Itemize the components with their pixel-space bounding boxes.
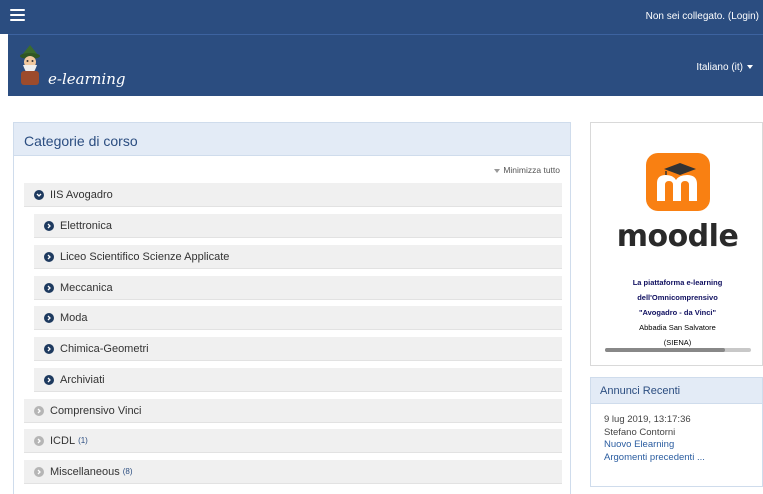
category-row[interactable]: Moda [34,306,562,330]
circle-chevron-down-icon [34,189,44,200]
circle-chevron-right-icon [34,435,44,446]
circle-chevron-right-icon [44,312,54,323]
category-row[interactable]: ICDL (1) [24,429,562,453]
wizard-mascot-icon[interactable] [16,43,44,87]
category-label: Chimica-Geometri [60,342,149,355]
course-count: (8) [122,467,133,476]
category-row[interactable]: Archiviati [34,368,562,392]
hamburger-menu-icon[interactable] [10,9,25,21]
circle-chevron-right-icon [44,251,54,262]
category-label: Elettronica [60,219,112,232]
moodle-wordmark: moodle [616,219,739,254]
collapse-all-label: Minimizza tutto [503,165,560,175]
news-item: 9 lug 2019, 13:17:36 Stefano Contorni Nu… [591,404,762,464]
description-line: "Avogadro - da Vinci" [638,308,717,317]
category-row[interactable]: Liceo Scientifico Scienze Applicate [34,245,562,269]
news-title: Annunci Recenti [591,378,762,404]
category-row[interactable]: Comprensivo Vinci [24,399,562,423]
moodle-info-block: moodle La piattaforma e-learning dell'Om… [590,122,763,366]
circle-chevron-right-icon [44,282,54,293]
card-title: Categorie di corso [24,133,138,149]
category-row[interactable]: Elettronica [34,214,562,238]
category-label: Archiviati [60,373,105,386]
card-header: Categorie di corso [14,123,570,156]
login-link[interactable]: Non sei collegato. (Login) [646,11,759,22]
description-line: Abbadia San Salvatore [639,323,716,332]
news-post-link[interactable]: Nuovo Elearning [604,439,762,452]
circle-chevron-right-icon [34,466,44,477]
older-topics-link[interactable]: Argomenti precedenti ... [604,452,762,465]
language-label: Italiano (it) [696,62,743,73]
circle-chevron-right-icon [44,343,54,354]
news-date: 9 lug 2019, 13:17:36 [604,414,691,425]
collapse-all-link[interactable]: Minimizza tutto [494,165,560,175]
top-navbar: Non sei collegato. (Login) [0,0,763,34]
category-label: IIS Avogadro [50,188,113,201]
language-selector[interactable]: Italiano (it) [696,62,753,73]
news-author: Stefano Contorni [604,426,676,438]
recent-news-block: Annunci Recenti 9 lug 2019, 13:17:36 Ste… [590,377,763,487]
triangle-down-icon [494,168,501,173]
horizontal-scrollbar[interactable] [605,348,751,352]
site-header: e-learning Italiano (it) [8,34,763,96]
category-label: ICDL [50,434,76,447]
category-row[interactable]: Miscellaneous (8) [24,460,562,484]
category-label: Moda [60,311,88,324]
course-categories-card: Categorie di corso Minimizza tutto IIS A… [13,122,571,494]
platform-description: La piattaforma e-learning dell'Omnicompr… [593,275,762,350]
category-label: Comprensivo Vinci [50,404,142,417]
category-row[interactable]: Meccanica [34,276,562,300]
site-brand[interactable]: e-learning [48,70,125,88]
circle-chevron-right-icon [34,405,44,416]
category-row[interactable]: IIS Avogadro [24,183,562,207]
category-row[interactable]: Chimica-Geometri [34,337,562,361]
description-line: dell'Omnicomprensivo [637,293,718,302]
scrollbar-thumb[interactable] [605,348,725,352]
description-line: La piattaforma e-learning [632,278,723,287]
category-label: Miscellaneous [50,465,120,478]
course-count: (1) [78,436,88,445]
category-label: Meccanica [60,281,113,294]
caret-down-icon [747,65,753,70]
moodle-logo-icon [644,151,712,216]
circle-chevron-right-icon [44,374,54,385]
circle-chevron-right-icon [44,220,54,231]
category-label: Liceo Scientifico Scienze Applicate [60,250,230,263]
